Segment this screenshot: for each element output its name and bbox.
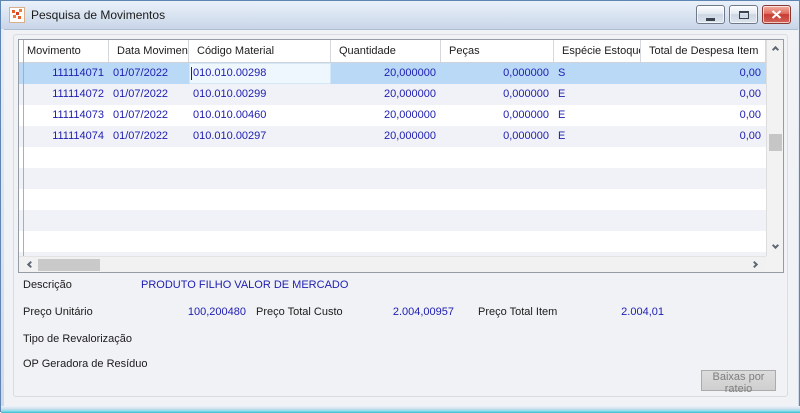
window-controls <box>696 5 791 24</box>
window-title: Pesquisa de Movimentos <box>31 8 166 22</box>
preco-unitario-label: Preço Unitário <box>23 306 93 318</box>
cell-especie_estoque[interactable]: E <box>554 126 641 147</box>
empty-row <box>19 168 766 189</box>
horizontal-scroll-thumb[interactable] <box>38 259 100 271</box>
cell-pecas[interactable]: 0,000000 <box>441 126 554 147</box>
cell-data_movimento[interactable]: 01/07/2022 <box>109 84 189 105</box>
cell-pecas[interactable]: 0,000000 <box>441 84 554 105</box>
maximize-button[interactable] <box>729 5 758 24</box>
column-header-total_despesa_item[interactable]: Total de Despesa Item <box>641 40 766 62</box>
baixas-por-rateio-button[interactable]: Baixas por rateio <box>701 370 776 395</box>
table-row[interactable]: 111114073 01/07/2022 010.010.00460 20,00000… <box>19 105 766 126</box>
cell-pecas[interactable]: 0,000000 <box>441 63 554 84</box>
cell-especie_estoque[interactable]: E <box>554 84 641 105</box>
preco-total-item-label: Preço Total Item <box>478 306 558 318</box>
preco-total-custo-label: Preço Total Custo <box>256 306 343 318</box>
grid-body: 111114071 01/07/2022 010.010.00298 20,00000… <box>19 63 766 256</box>
cell-quantidade[interactable]: 20,000000 <box>331 63 441 84</box>
table-row[interactable]: 111114072 01/07/2022 010.010.00299 20,00000… <box>19 84 766 105</box>
chevron-right-icon <box>750 260 759 269</box>
chevron-down-icon <box>771 241 779 250</box>
scroll-left-button[interactable] <box>21 257 37 272</box>
movements-grid: MovimentoData MovimentoCódigo MaterialQu… <box>18 39 784 273</box>
empty-row <box>19 189 766 210</box>
cell-movimento[interactable]: 111114071 <box>19 63 109 84</box>
title-bar: Pesquisa de Movimentos <box>1 1 799 29</box>
cell-data_movimento[interactable]: 01/07/2022 <box>109 63 189 84</box>
app-icon <box>9 7 25 23</box>
scroll-down-button[interactable] <box>767 239 783 255</box>
cell-codigo_material[interactable]: 010.010.00299 <box>189 84 331 105</box>
cell-data_movimento[interactable]: 01/07/2022 <box>109 126 189 147</box>
preco-total-custo-value: 2.004,00957 <box>392 306 454 318</box>
cell-codigo_material[interactable]: 010.010.00460 <box>189 105 331 126</box>
minimize-button[interactable] <box>696 5 725 24</box>
cell-data_movimento[interactable]: 01/07/2022 <box>109 105 189 126</box>
table-row[interactable]: 111114071 01/07/2022 010.010.00298 20,00000… <box>19 63 766 84</box>
column-header-codigo_material[interactable]: Código Material <box>189 40 331 62</box>
preco-unitario-value: 100,200480 <box>187 306 246 318</box>
cell-total_despesa_item[interactable]: 0,00 <box>641 105 766 126</box>
column-header-especie_estoque[interactable]: Espécie Estoque <box>554 40 641 62</box>
table-row[interactable]: 111114074 01/07/2022 010.010.00297 20,00000… <box>19 126 766 147</box>
cell-total_despesa_item[interactable]: 0,00 <box>641 126 766 147</box>
minimize-icon <box>706 17 715 21</box>
chevron-left-icon <box>26 260 35 269</box>
text-caret <box>191 67 192 80</box>
descricao-label: Descrição <box>23 279 72 291</box>
vertical-scroll-thumb[interactable] <box>769 134 782 151</box>
column-header-data_movimento[interactable]: Data Movimento <box>109 40 189 62</box>
vertical-scrollbar[interactable] <box>766 40 783 256</box>
scroll-right-button[interactable] <box>748 257 764 272</box>
chevron-up-icon <box>771 45 779 54</box>
cell-quantidade[interactable]: 20,000000 <box>331 105 441 126</box>
cell-total_despesa_item[interactable]: 0,00 <box>641 63 766 84</box>
cell-especie_estoque[interactable]: E <box>554 105 641 126</box>
close-button[interactable] <box>762 5 791 24</box>
cell-quantidade[interactable]: 20,000000 <box>331 126 441 147</box>
empty-row <box>19 231 766 252</box>
descricao-value: PRODUTO FILHO VALOR DE MERCADO <box>141 279 349 291</box>
cell-pecas[interactable]: 0,000000 <box>441 105 554 126</box>
cell-quantidade[interactable]: 20,000000 <box>331 84 441 105</box>
empty-row <box>19 210 766 231</box>
scrollbar-corner <box>766 256 783 272</box>
preco-total-item-value: 2.004,01 <box>621 306 664 318</box>
op-geradora-label: OP Geradora de Resíduo <box>23 358 148 370</box>
app-window: Pesquisa de Movimentos Movimento Data Mov… <box>0 0 800 413</box>
scroll-up-button[interactable] <box>767 40 783 56</box>
column-header-quantidade[interactable]: Quantidade <box>331 40 441 62</box>
tipo-revalorizacao-label: Tipo de Revalorização <box>23 333 133 345</box>
cell-movimento[interactable]: 111114073 <box>19 105 109 126</box>
horizontal-scrollbar[interactable] <box>19 256 766 272</box>
grid-header: MovimentoData MovimentoCódigo MaterialQu… <box>19 40 766 63</box>
close-icon <box>771 10 782 19</box>
cell-especie_estoque[interactable]: S <box>554 63 641 84</box>
row-indicator-column <box>23 40 24 256</box>
maximize-icon <box>738 10 749 19</box>
empty-row <box>19 147 766 168</box>
cell-total_despesa_item[interactable]: 0,00 <box>641 84 766 105</box>
cell-movimento[interactable]: 111114072 <box>19 84 109 105</box>
column-header-pecas[interactable]: Peças <box>441 40 554 62</box>
column-header-movimento[interactable]: Movimento <box>19 40 109 62</box>
cell-codigo_material[interactable]: 010.010.00297 <box>189 126 331 147</box>
codigo-material-editor[interactable]: 010.010.00298 <box>189 63 331 84</box>
cell-movimento[interactable]: 111114074 <box>19 126 109 147</box>
